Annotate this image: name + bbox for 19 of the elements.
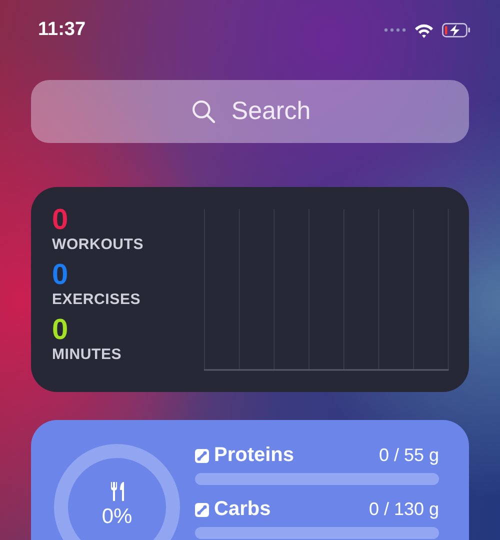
nutrient-icon (195, 448, 209, 462)
stat-label: WORKOUTS (52, 236, 145, 254)
wifi-icon (414, 22, 434, 38)
macro-name: Proteins (214, 444, 296, 467)
macro-reading: 0 / 130 g (368, 499, 439, 520)
clock-time: 11:37 (38, 19, 86, 41)
stat-value: 0 (52, 259, 70, 291)
battery-charging-icon (442, 22, 470, 38)
stat-value: 0 (52, 204, 70, 236)
percent-reading: 0% (102, 505, 132, 529)
stat-value: 0 (52, 314, 70, 346)
search-icon (192, 100, 215, 123)
stat-label: MINUTES (52, 346, 123, 364)
macro-name: Carbs (214, 498, 272, 521)
nutrient-icon (195, 502, 209, 516)
signal-icon (384, 27, 406, 33)
stat-label: EXERCISES (52, 291, 142, 309)
macro-reading: 0 / 55 g (378, 445, 439, 466)
fork-knife-icon (110, 482, 124, 501)
